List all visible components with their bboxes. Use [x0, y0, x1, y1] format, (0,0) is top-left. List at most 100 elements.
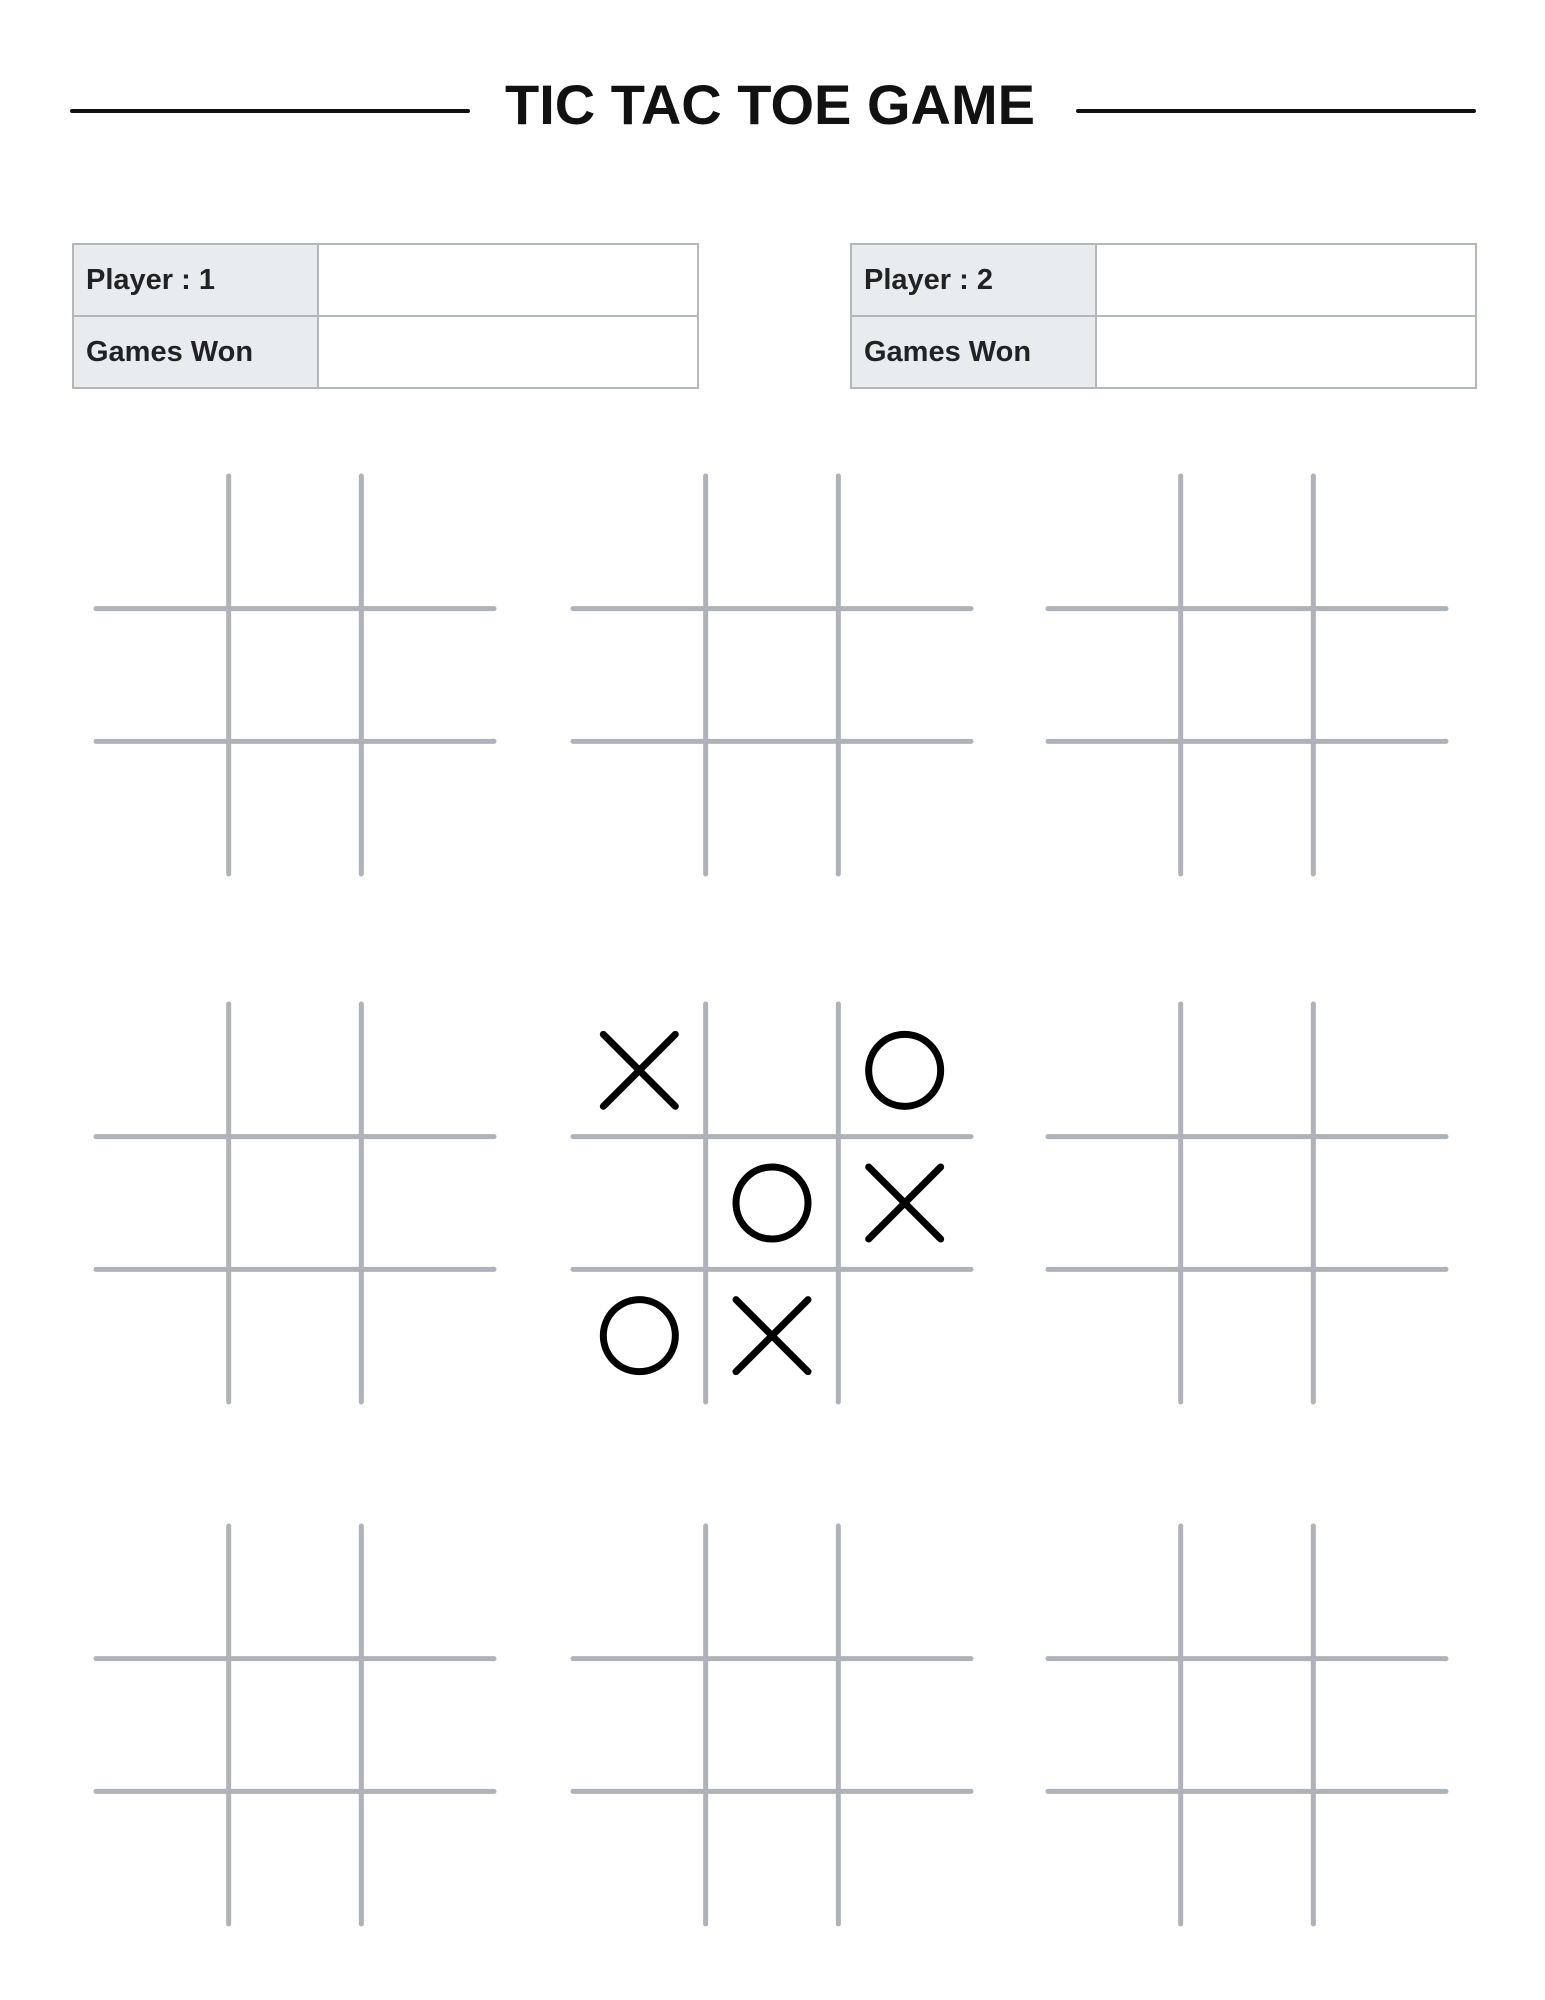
- cell-hit-area[interactable]: [842, 1663, 967, 1788]
- cell-hit-area[interactable]: [1185, 745, 1310, 870]
- board-cell[interactable]: [710, 745, 835, 870]
- board-cell[interactable]: [233, 613, 358, 738]
- board-cell[interactable]: [233, 1008, 358, 1133]
- cell-hit-area[interactable]: [365, 1141, 490, 1266]
- cell-hit-area[interactable]: [100, 1530, 225, 1655]
- cell-hit-area[interactable]: [233, 1141, 358, 1266]
- board-cell[interactable]: [842, 1008, 967, 1133]
- cell-hit-area[interactable]: [1052, 1530, 1177, 1655]
- board-cell[interactable]: [1317, 1273, 1442, 1398]
- board-cell[interactable]: [577, 1008, 702, 1133]
- cell-hit-area[interactable]: [233, 1795, 358, 1920]
- board-cell[interactable]: [100, 613, 225, 738]
- board-cell[interactable]: [577, 613, 702, 738]
- cell-hit-area[interactable]: [1185, 1530, 1310, 1655]
- cell-hit-area[interactable]: [842, 480, 967, 605]
- cell-hit-area[interactable]: [577, 1273, 702, 1398]
- board-cell[interactable]: [233, 1663, 358, 1788]
- cell-hit-area[interactable]: [842, 1273, 967, 1398]
- cell-hit-area[interactable]: [100, 1795, 225, 1920]
- cell-hit-area[interactable]: [365, 1273, 490, 1398]
- board-cell[interactable]: [365, 613, 490, 738]
- cell-hit-area[interactable]: [842, 1530, 967, 1655]
- cell-hit-area[interactable]: [1052, 1008, 1177, 1133]
- board-cell[interactable]: [710, 1530, 835, 1655]
- board-cell[interactable]: [100, 1141, 225, 1266]
- cell-hit-area[interactable]: [365, 1008, 490, 1133]
- cell-hit-area[interactable]: [100, 1273, 225, 1398]
- cell-hit-area[interactable]: [1052, 613, 1177, 738]
- board-cell[interactable]: [1185, 1530, 1310, 1655]
- board-cell[interactable]: [1052, 1273, 1177, 1398]
- board-cell[interactable]: [365, 1795, 490, 1920]
- cell-hit-area[interactable]: [577, 613, 702, 738]
- board-cell[interactable]: [1052, 480, 1177, 605]
- cell-hit-area[interactable]: [710, 1008, 835, 1133]
- board-cell[interactable]: [710, 1795, 835, 1920]
- cell-hit-area[interactable]: [365, 745, 490, 870]
- cell-hit-area[interactable]: [365, 480, 490, 605]
- cell-hit-area[interactable]: [100, 1141, 225, 1266]
- cell-hit-area[interactable]: [577, 1141, 702, 1266]
- cell-hit-area[interactable]: [1185, 1273, 1310, 1398]
- board-cell[interactable]: [233, 480, 358, 605]
- cell-hit-area[interactable]: [1052, 1273, 1177, 1398]
- cell-hit-area[interactable]: [710, 1530, 835, 1655]
- cell-hit-area[interactable]: [842, 1795, 967, 1920]
- board-cell[interactable]: [710, 613, 835, 738]
- board-cell[interactable]: [1317, 1795, 1442, 1920]
- board-cell[interactable]: [710, 1141, 835, 1266]
- cell-hit-area[interactable]: [1317, 745, 1442, 870]
- cell-hit-area[interactable]: [842, 1008, 967, 1133]
- cell-hit-area[interactable]: [233, 613, 358, 738]
- cell-hit-area[interactable]: [842, 613, 967, 738]
- cell-hit-area[interactable]: [365, 1795, 490, 1920]
- board-cell[interactable]: [842, 613, 967, 738]
- board-cell[interactable]: [1185, 613, 1310, 738]
- board-cell[interactable]: [1317, 1663, 1442, 1788]
- board-cell[interactable]: [1052, 745, 1177, 870]
- cell-hit-area[interactable]: [1317, 480, 1442, 605]
- cell-hit-area[interactable]: [1185, 1663, 1310, 1788]
- board-cell[interactable]: [1185, 1008, 1310, 1133]
- board-cell[interactable]: [1185, 1795, 1310, 1920]
- board-cell[interactable]: [365, 1663, 490, 1788]
- cell-hit-area[interactable]: [1052, 480, 1177, 605]
- board-cell[interactable]: [365, 480, 490, 605]
- cell-hit-area[interactable]: [710, 1795, 835, 1920]
- board-cell[interactable]: [710, 480, 835, 605]
- board-cell[interactable]: [233, 745, 358, 870]
- cell-hit-area[interactable]: [100, 480, 225, 605]
- cell-hit-area[interactable]: [577, 480, 702, 605]
- cell-hit-area[interactable]: [1317, 1663, 1442, 1788]
- board-cell[interactable]: [233, 1530, 358, 1655]
- cell-hit-area[interactable]: [233, 1663, 358, 1788]
- board-cell[interactable]: [1185, 1273, 1310, 1398]
- board-cell[interactable]: [1317, 480, 1442, 605]
- board-cell[interactable]: [365, 1141, 490, 1266]
- cell-hit-area[interactable]: [1185, 1008, 1310, 1133]
- cell-hit-area[interactable]: [1317, 1795, 1442, 1920]
- cell-hit-area[interactable]: [710, 1663, 835, 1788]
- cell-hit-area[interactable]: [1317, 1273, 1442, 1398]
- cell-hit-area[interactable]: [365, 613, 490, 738]
- cell-hit-area[interactable]: [100, 1663, 225, 1788]
- cell-hit-area[interactable]: [100, 1008, 225, 1133]
- cell-hit-area[interactable]: [1052, 1795, 1177, 1920]
- board-cell[interactable]: [1052, 1008, 1177, 1133]
- cell-hit-area[interactable]: [233, 480, 358, 605]
- board-cell[interactable]: [577, 480, 702, 605]
- board-cell[interactable]: [100, 1530, 225, 1655]
- board-cell[interactable]: [1185, 1663, 1310, 1788]
- cell-hit-area[interactable]: [577, 745, 702, 870]
- board-cell[interactable]: [365, 745, 490, 870]
- board-cell[interactable]: [577, 1795, 702, 1920]
- cell-hit-area[interactable]: [710, 1141, 835, 1266]
- board-cell[interactable]: [577, 1141, 702, 1266]
- cell-hit-area[interactable]: [365, 1663, 490, 1788]
- cell-hit-area[interactable]: [1185, 1141, 1310, 1266]
- board-cell[interactable]: [365, 1530, 490, 1655]
- board-cell[interactable]: [1052, 613, 1177, 738]
- cell-hit-area[interactable]: [577, 1795, 702, 1920]
- cell-hit-area[interactable]: [100, 745, 225, 870]
